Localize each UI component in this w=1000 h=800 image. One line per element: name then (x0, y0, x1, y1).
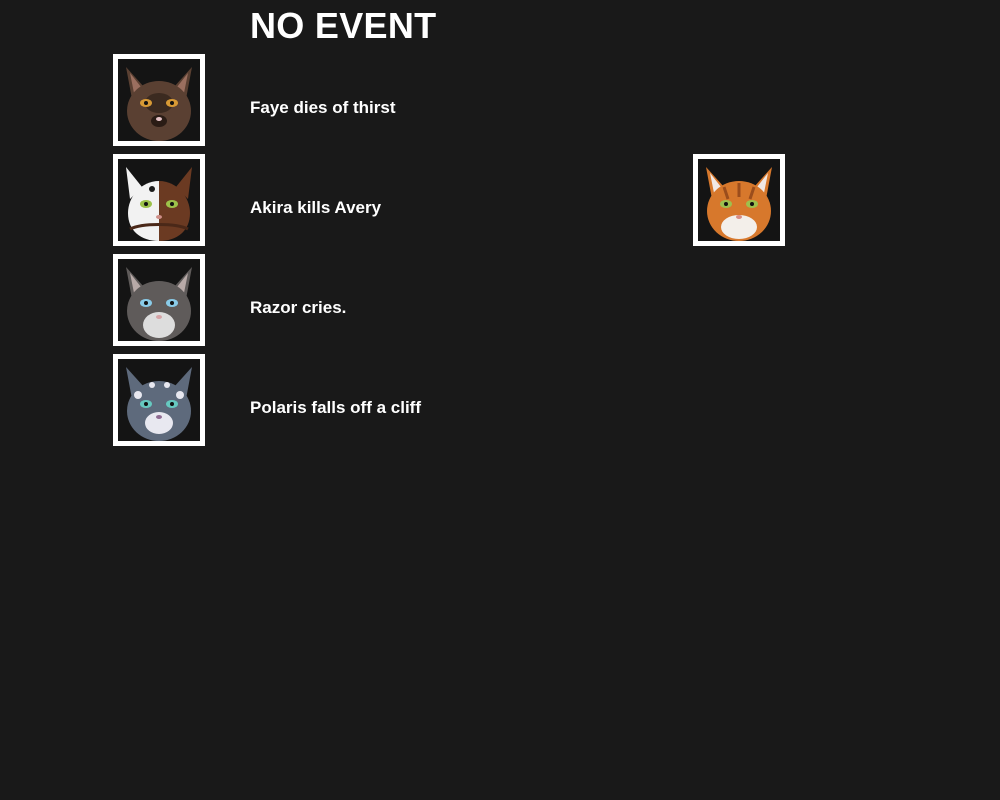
event-text: Akira kills Avery (250, 198, 382, 217)
event-row: Polaris falls off a cliff (0, 354, 1000, 448)
event-row: Razor cries. (0, 254, 1000, 348)
brown-cat-portrait-icon (113, 54, 205, 146)
blue-grey-cat-portrait-icon (113, 354, 205, 446)
event-row: Faye dies of thirst (0, 54, 1000, 148)
event-text: Faye dies of thirst (250, 98, 396, 117)
grey-cat-portrait-icon (113, 254, 205, 346)
event-row: Akira kills Avery (0, 154, 1000, 248)
event-text: Razor cries. (250, 298, 347, 317)
event-text: Polaris falls off a cliff (250, 398, 421, 417)
event-screen: NO EVENT Faye dies of thirst Akira kills… (0, 0, 1000, 800)
orange-tabby-cat-portrait-icon (693, 154, 785, 246)
page-title: NO EVENT (250, 5, 437, 46)
white-brown-cat-portrait-icon (113, 154, 205, 246)
